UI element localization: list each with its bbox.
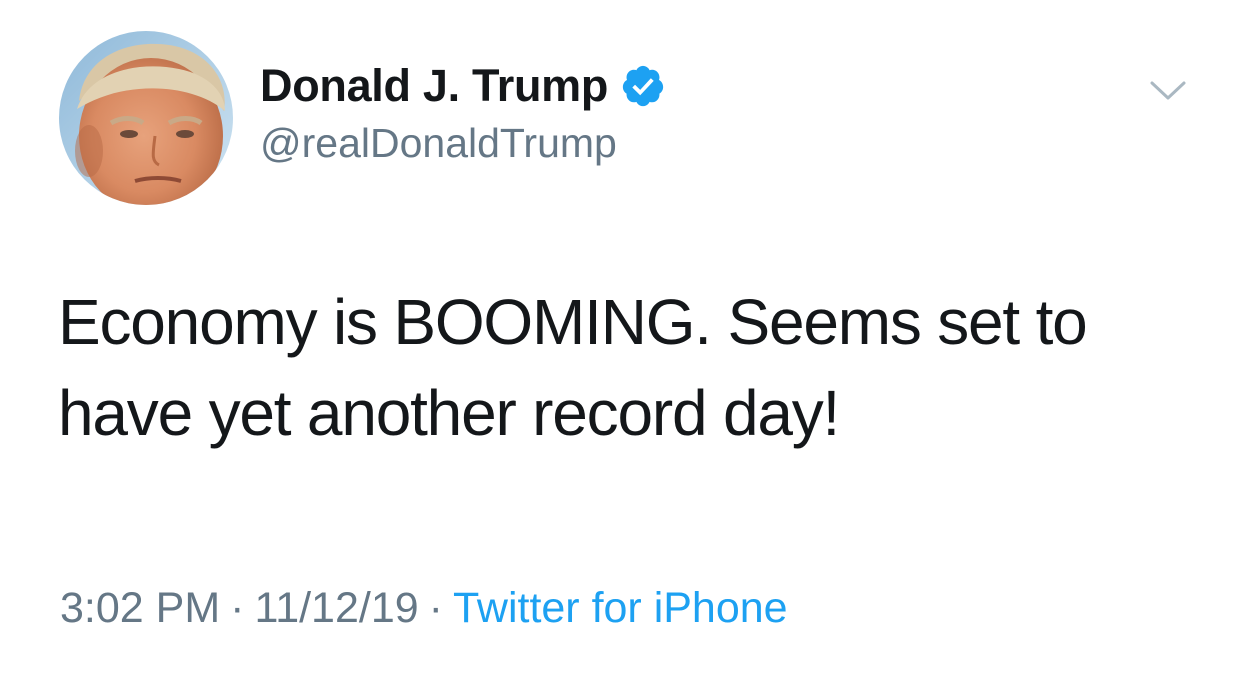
avatar[interactable] — [59, 31, 233, 205]
author-handle[interactable]: @realDonaldTrump — [260, 120, 617, 167]
chevron-down-icon[interactable] — [1148, 78, 1188, 104]
tweet-card: Donald J. Trump @realDonaldTrump Economy… — [0, 0, 1239, 682]
tweet-time[interactable]: 3:02 PM — [60, 584, 220, 632]
meta-separator: · — [230, 584, 245, 632]
tweet-text-line: have yet another record day! — [58, 377, 840, 449]
meta-separator: · — [428, 584, 443, 632]
author-name-row[interactable]: Donald J. Trump — [260, 56, 666, 116]
tweet-source-link[interactable]: Twitter for iPhone — [453, 584, 788, 632]
tweet-text-line: Economy is BOOMING. Seems set to — [58, 286, 1088, 358]
tweet-date[interactable]: 11/12/19 — [254, 584, 418, 632]
tweet-text: Economy is BOOMING. Seems set to have ye… — [58, 277, 1188, 459]
avatar-image — [59, 31, 233, 205]
tweet-meta: 3:02 PM · 11/12/19 · Twitter for iPhone — [60, 584, 788, 633]
verified-badge-icon — [620, 63, 666, 109]
display-name[interactable]: Donald J. Trump — [260, 60, 608, 112]
